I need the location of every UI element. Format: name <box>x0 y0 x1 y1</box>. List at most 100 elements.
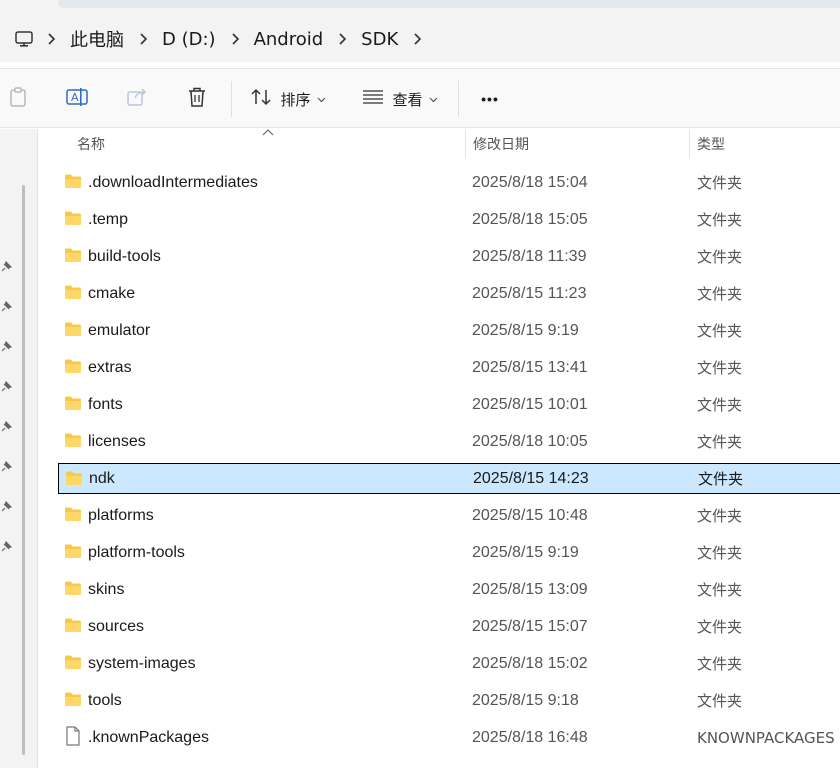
folder-icon <box>64 210 82 228</box>
rename-button[interactable]: A <box>62 69 92 129</box>
breadcrumb-item-sdk[interactable]: SDK <box>357 29 402 50</box>
navigation-pane[interactable] <box>0 129 38 768</box>
file-date: 2025/8/15 9:18 <box>472 691 579 709</box>
file-type: 文件夹 <box>697 285 743 303</box>
file-row[interactable]: fonts 2025/8/15 10:01 文件夹 <box>58 389 840 420</box>
file-name: licenses <box>88 432 146 450</box>
file-date: 2025/8/15 10:01 <box>472 395 588 413</box>
file-date: 2025/8/15 11:23 <box>472 284 587 302</box>
folder-icon <box>64 395 82 413</box>
chevron-right-icon[interactable] <box>36 27 66 51</box>
file-row[interactable]: extras 2025/8/15 13:41 文件夹 <box>58 352 840 383</box>
paste-button[interactable] <box>4 69 32 129</box>
file-name: platforms <box>88 506 154 524</box>
file-name: tools <box>88 691 122 709</box>
file-type: 文件夹 <box>697 433 743 451</box>
folder-icon <box>64 358 82 376</box>
more-options-button[interactable]: ••• <box>472 69 508 129</box>
file-row[interactable]: .temp 2025/8/18 15:05 文件夹 <box>58 204 840 235</box>
toolbar-divider <box>458 81 459 117</box>
pin-icon[interactable] <box>0 260 13 272</box>
file-row[interactable]: tools 2025/8/15 9:18 文件夹 <box>58 685 840 716</box>
address-bar[interactable]: 此电脑 D (D:) Android SDK <box>0 16 840 62</box>
nav-scrollbar[interactable] <box>22 185 25 755</box>
file-date: 2025/8/15 13:09 <box>472 580 588 598</box>
column-divider[interactable] <box>465 129 466 159</box>
folder-icon <box>64 247 82 265</box>
file-date: 2025/8/18 16:48 <box>472 728 588 746</box>
chevron-right-icon[interactable] <box>220 27 250 51</box>
file-row[interactable]: platform-tools 2025/8/15 9:19 文件夹 <box>58 537 840 568</box>
file-type: 文件夹 <box>697 544 743 562</box>
pin-icon[interactable] <box>0 380 13 392</box>
pin-icon[interactable] <box>0 460 13 472</box>
delete-button[interactable] <box>182 69 212 129</box>
rename-icon: A <box>65 86 89 113</box>
column-header-type[interactable]: 类型 <box>697 129 837 159</box>
file-row[interactable]: ndk 2025/8/15 14:23 文件夹 <box>58 463 840 494</box>
paste-icon <box>8 86 28 113</box>
chevron-right-icon[interactable] <box>402 27 432 51</box>
file-name: .downloadIntermediates <box>88 173 258 191</box>
chevron-right-icon[interactable] <box>128 27 158 51</box>
file-row[interactable]: .knownPackages 2025/8/18 16:48 KNOWNPACKAG… <box>58 722 840 753</box>
file-date: 2025/8/15 13:41 <box>472 358 588 376</box>
breadcrumb-item-drive-d[interactable]: D (D:) <box>158 29 220 50</box>
file-type: 文件夹 <box>697 692 743 710</box>
breadcrumb-item-android[interactable]: Android <box>250 29 328 50</box>
command-bar: A 排序 查看 ••• <box>0 68 840 128</box>
file-type: KNOWNPACKAGES <box>697 728 835 747</box>
file-name: ndk <box>89 469 115 487</box>
column-header-date[interactable]: 修改日期 <box>473 129 683 159</box>
folder-icon <box>64 691 82 709</box>
column-divider[interactable] <box>689 129 690 159</box>
pin-icon[interactable] <box>0 500 13 512</box>
chevron-down-icon <box>317 90 326 108</box>
column-header: 名称 修改日期 类型 <box>38 129 840 159</box>
folder-icon <box>64 580 82 598</box>
file-name: .knownPackages <box>88 728 209 746</box>
sort-icon <box>250 87 272 112</box>
file-date: 2025/8/18 11:39 <box>472 247 587 265</box>
delete-icon <box>187 86 207 113</box>
this-pc-icon[interactable] <box>12 27 36 51</box>
share-button[interactable] <box>122 69 152 129</box>
file-row[interactable]: .downloadIntermediates 2025/8/18 15:04 文件夹 <box>58 167 840 198</box>
more-icon: ••• <box>481 91 499 107</box>
file-row[interactable]: sources 2025/8/15 15:07 文件夹 <box>58 611 840 642</box>
file-row[interactable]: build-tools 2025/8/18 11:39 文件夹 <box>58 241 840 272</box>
file-type: 文件夹 <box>697 174 743 192</box>
pin-icon[interactable] <box>0 340 13 352</box>
file-row[interactable]: platforms 2025/8/15 10:48 文件夹 <box>58 500 840 531</box>
file-type: 文件夹 <box>698 470 744 488</box>
title-strip <box>0 0 840 16</box>
file-row[interactable]: licenses 2025/8/18 10:05 文件夹 <box>58 426 840 457</box>
column-header-name[interactable]: 名称 <box>77 129 457 159</box>
toolbar-divider <box>231 81 232 117</box>
file-row[interactable]: skins 2025/8/15 13:09 文件夹 <box>58 574 840 605</box>
file-type: 文件夹 <box>697 618 743 636</box>
file-row[interactable]: emulator 2025/8/15 9:19 文件夹 <box>58 315 840 346</box>
breadcrumb-item-this-pc[interactable]: 此电脑 <box>66 26 128 52</box>
pin-icon[interactable] <box>0 300 13 312</box>
file-name: build-tools <box>88 247 161 265</box>
sort-button[interactable]: 排序 <box>246 69 330 129</box>
file-type: 文件夹 <box>697 507 743 525</box>
folder-icon <box>64 284 82 302</box>
file-name: sources <box>88 617 145 635</box>
svg-text:A: A <box>71 91 79 104</box>
file-name: emulator <box>88 321 151 339</box>
file-name: .temp <box>88 210 129 228</box>
file-row[interactable]: system-images 2025/8/18 15:02 文件夹 <box>58 648 840 679</box>
view-label: 查看 <box>392 90 423 109</box>
file-type: 文件夹 <box>697 581 743 599</box>
file-name: extras <box>88 358 132 376</box>
pin-icon[interactable] <box>0 420 13 432</box>
file-name: skins <box>88 580 125 598</box>
view-button[interactable]: 查看 <box>358 69 442 129</box>
chevron-right-icon[interactable] <box>327 27 357 51</box>
folder-icon <box>64 506 82 524</box>
pin-icon[interactable] <box>0 540 13 552</box>
file-date: 2025/8/18 10:05 <box>472 432 588 450</box>
file-row[interactable]: cmake 2025/8/15 11:23 文件夹 <box>58 278 840 309</box>
